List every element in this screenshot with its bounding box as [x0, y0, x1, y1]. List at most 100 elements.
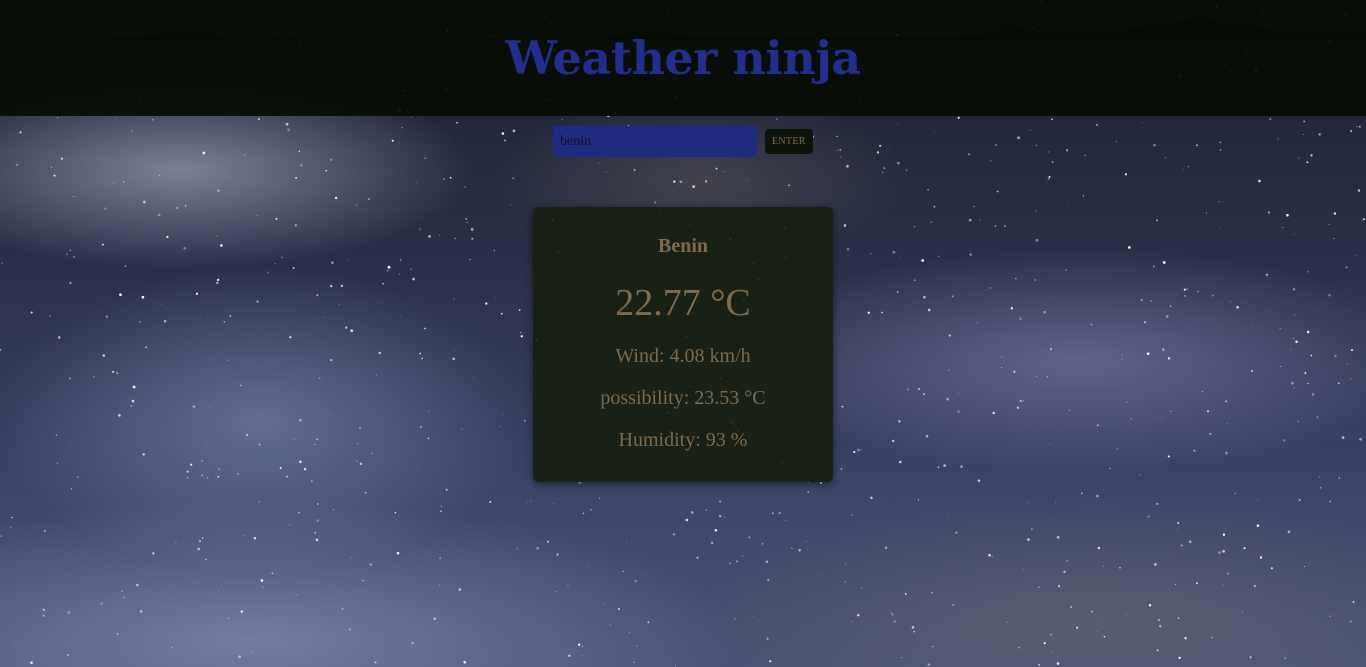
star	[1293, 233, 1295, 235]
star	[656, 591, 657, 592]
star	[1319, 487, 1322, 489]
star	[1141, 122, 1143, 123]
star	[10, 526, 12, 529]
star	[710, 541, 714, 545]
star	[105, 315, 108, 318]
star	[889, 145, 890, 147]
star	[1027, 502, 1030, 504]
star	[1082, 195, 1084, 197]
star	[923, 295, 926, 299]
star	[879, 144, 882, 147]
star	[891, 613, 894, 616]
star	[1051, 298, 1053, 299]
star	[419, 228, 421, 230]
star	[907, 388, 910, 391]
star	[1056, 536, 1060, 539]
star	[1304, 372, 1307, 374]
star	[216, 235, 218, 237]
star	[1303, 566, 1305, 568]
star	[1034, 279, 1037, 281]
star	[1121, 358, 1123, 360]
star	[296, 594, 298, 596]
star	[115, 371, 119, 375]
star	[989, 287, 992, 289]
star	[503, 414, 505, 416]
star	[1050, 633, 1053, 636]
star	[358, 427, 362, 430]
enter-button[interactable]: ENTER	[765, 129, 813, 154]
star	[1350, 378, 1352, 380]
star	[1019, 399, 1023, 403]
star	[374, 661, 377, 664]
star	[1197, 290, 1199, 293]
star	[933, 205, 936, 208]
star	[1178, 656, 1181, 660]
star	[1328, 294, 1331, 297]
star	[927, 663, 931, 667]
star	[772, 512, 774, 514]
star	[969, 253, 972, 256]
star	[1156, 649, 1159, 652]
star	[1065, 149, 1069, 152]
star	[1043, 641, 1046, 645]
star	[236, 472, 240, 475]
star	[1167, 357, 1171, 360]
star	[1249, 656, 1252, 659]
star	[512, 177, 514, 179]
star	[1316, 416, 1319, 419]
star	[741, 555, 743, 557]
star	[788, 184, 790, 186]
star	[1022, 569, 1024, 571]
star	[922, 393, 925, 396]
star	[220, 244, 223, 247]
star	[214, 257, 216, 259]
star	[1362, 218, 1365, 221]
star	[1159, 417, 1161, 419]
star	[115, 117, 117, 119]
star	[893, 620, 897, 623]
star	[977, 479, 981, 482]
star	[1310, 154, 1313, 157]
star	[633, 661, 635, 663]
star	[1051, 118, 1053, 121]
star	[188, 277, 189, 278]
search-bar: ENTER	[553, 126, 813, 157]
star	[314, 443, 316, 445]
star	[715, 167, 718, 170]
star	[634, 580, 637, 583]
star	[1048, 175, 1051, 179]
star	[341, 607, 344, 610]
star	[1184, 295, 1186, 297]
star	[933, 132, 935, 134]
star	[1347, 363, 1348, 365]
star	[1046, 376, 1048, 378]
star	[1159, 624, 1162, 628]
star	[66, 253, 68, 256]
star	[70, 488, 73, 490]
star	[1355, 254, 1357, 256]
star	[588, 565, 590, 567]
star	[1236, 305, 1240, 309]
star	[1047, 151, 1050, 153]
star	[1222, 533, 1226, 536]
star	[851, 621, 853, 623]
star	[1097, 546, 1101, 550]
star	[1116, 140, 1117, 142]
star	[1000, 367, 1002, 369]
star	[843, 224, 847, 227]
star	[184, 204, 187, 207]
star	[1334, 354, 1337, 358]
star	[300, 163, 303, 167]
star	[73, 256, 75, 258]
star	[440, 510, 442, 513]
star	[917, 499, 920, 501]
city-search-input[interactable]	[553, 126, 757, 157]
star	[175, 541, 177, 543]
star	[1162, 261, 1166, 264]
star	[1146, 352, 1150, 356]
star	[469, 259, 471, 261]
star	[1096, 424, 1099, 427]
star	[932, 645, 934, 648]
star	[131, 130, 133, 132]
star	[696, 556, 699, 559]
